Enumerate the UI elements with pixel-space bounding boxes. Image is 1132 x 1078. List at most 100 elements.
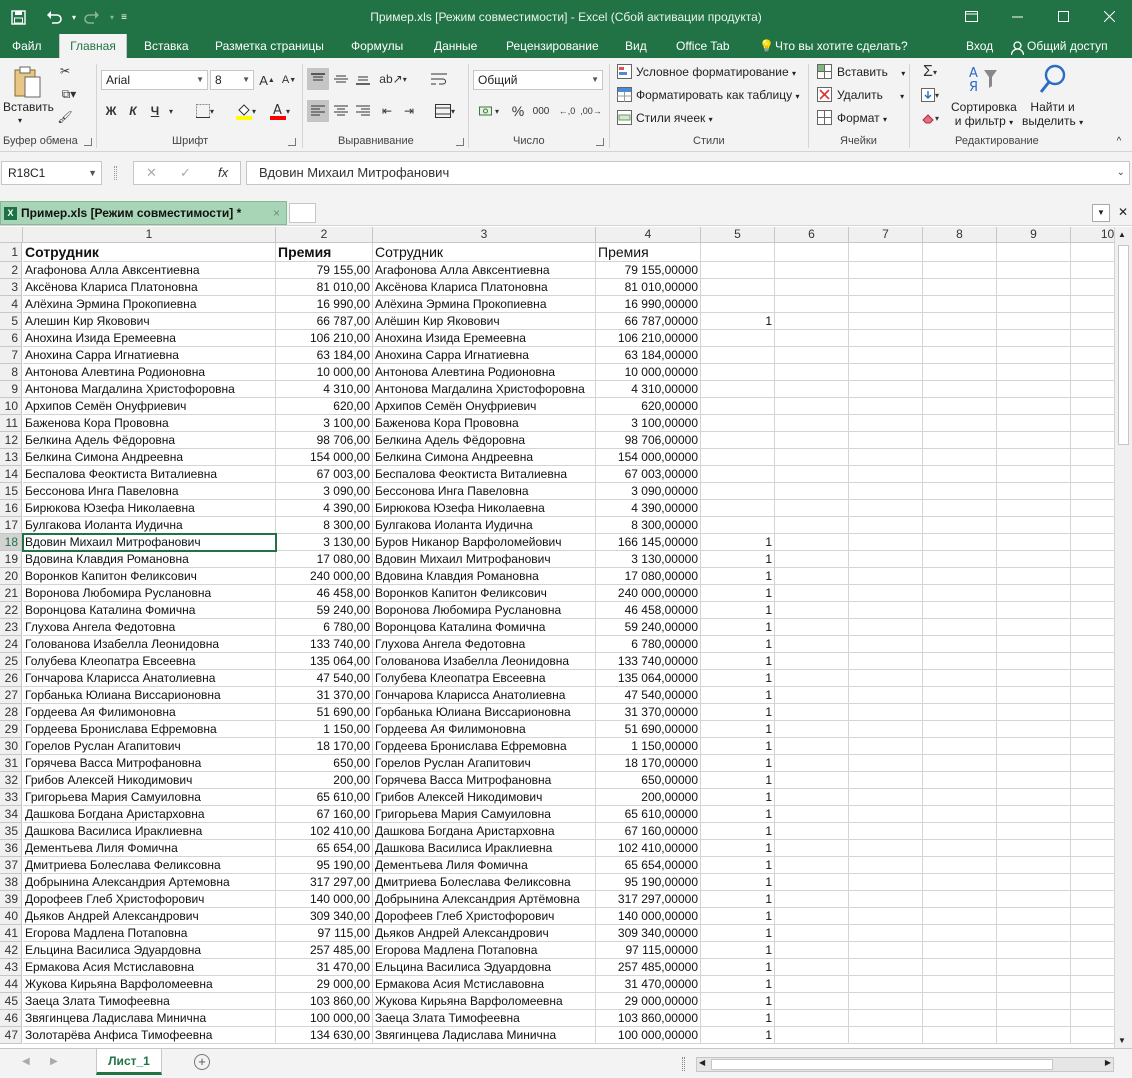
grid-cell[interactable]: [923, 330, 997, 347]
grid-cell[interactable]: [923, 449, 997, 466]
decrease-decimal-icon[interactable]: ,00→: [580, 100, 602, 122]
grid-cell[interactable]: 1 150,00000: [596, 738, 701, 755]
minimize-icon[interactable]: [994, 4, 1040, 28]
grid-cell[interactable]: [923, 789, 997, 806]
grid-cell[interactable]: Голубева Клеопатра Евсеевна: [23, 653, 276, 670]
increase-decimal-icon[interactable]: ←,0: [556, 100, 578, 122]
grid-cell[interactable]: [997, 364, 1071, 381]
grid-cell[interactable]: [923, 653, 997, 670]
grid-cell[interactable]: [923, 534, 997, 551]
grid-cell[interactable]: Дмитриева Болеслава Феликсовна: [23, 857, 276, 874]
close-workbook-icon[interactable]: ✕: [1114, 204, 1132, 222]
grid-cell[interactable]: [775, 534, 849, 551]
font-size-combo[interactable]: 8 ▼: [210, 70, 254, 90]
header-cell[interactable]: Сотрудник: [373, 243, 596, 262]
copy-icon[interactable]: ⧉▾: [56, 85, 82, 103]
row-header[interactable]: 31: [0, 755, 22, 772]
grid-cell[interactable]: 47 540,00000: [596, 687, 701, 704]
grid-cell[interactable]: 1: [701, 942, 775, 959]
grid-cell[interactable]: Егорова Мадлена Потаповна: [23, 925, 276, 942]
row-header[interactable]: 44: [0, 976, 22, 993]
grid-cell[interactable]: [923, 891, 997, 908]
grid-cell[interactable]: Гончарова Кларисса Анатолиевна: [23, 670, 276, 687]
grid-cell[interactable]: [849, 381, 923, 398]
grid-cell[interactable]: [923, 364, 997, 381]
grid-cell[interactable]: Бирюкова Юзефа Николаевна: [373, 500, 596, 517]
grid-cell[interactable]: [775, 959, 849, 976]
row-header[interactable]: 45: [0, 993, 22, 1010]
grid-cell[interactable]: [701, 243, 775, 262]
grid-cell[interactable]: [997, 415, 1071, 432]
grid-cell[interactable]: 63 184,00: [276, 347, 373, 364]
header-cell[interactable]: Премия: [596, 243, 701, 262]
grid-cell[interactable]: [923, 908, 997, 925]
grid-cell[interactable]: 59 240,00000: [596, 619, 701, 636]
grid-cell[interactable]: [997, 432, 1071, 449]
grid-cell[interactable]: [775, 262, 849, 279]
grid-cell[interactable]: 18 170,00: [276, 738, 373, 755]
row-header[interactable]: 38: [0, 874, 22, 891]
maximize-icon[interactable]: [1040, 4, 1086, 28]
grid-cell[interactable]: [701, 483, 775, 500]
grid-cell[interactable]: [701, 449, 775, 466]
grid-cell[interactable]: 135 064,00: [276, 653, 373, 670]
number-launcher-icon[interactable]: [596, 138, 604, 146]
row-header[interactable]: 30: [0, 738, 22, 755]
new-tab-button[interactable]: [289, 203, 316, 223]
grid-cell[interactable]: [997, 619, 1071, 636]
grid-cell[interactable]: 257 485,00000: [596, 959, 701, 976]
grid-cell[interactable]: [923, 243, 997, 262]
grid-cell[interactable]: Горелов Руслан Агапитович: [373, 755, 596, 772]
grid-cell[interactable]: [849, 415, 923, 432]
grid-cell[interactable]: [997, 738, 1071, 755]
grid-cell[interactable]: [997, 959, 1071, 976]
grid-cell[interactable]: [997, 925, 1071, 942]
formula-bar-grip-icon[interactable]: [114, 166, 117, 180]
tab-formulas[interactable]: Формулы: [345, 34, 409, 58]
grid-cell[interactable]: 67 160,00: [276, 806, 373, 823]
grid-cell[interactable]: 66 787,00000: [596, 313, 701, 330]
grid-cell[interactable]: [923, 619, 997, 636]
sheet-next-icon[interactable]: ▶: [50, 1056, 58, 1067]
grid-cell[interactable]: [923, 925, 997, 942]
grid-cell[interactable]: 103 860,00000: [596, 1010, 701, 1027]
grid-cell[interactable]: [923, 398, 997, 415]
grid-cell[interactable]: [923, 942, 997, 959]
format-cells-button[interactable]: Формат ▾: [837, 111, 887, 125]
cancel-icon[interactable]: ✕: [146, 165, 157, 181]
close-tab-icon[interactable]: ×: [273, 202, 280, 224]
grid-cell[interactable]: [997, 857, 1071, 874]
grid-cell[interactable]: 4 390,00: [276, 500, 373, 517]
merge-cells-icon[interactable]: ▾: [428, 100, 462, 122]
row-header[interactable]: 9: [0, 381, 22, 398]
grid-cell[interactable]: [923, 415, 997, 432]
grid-cell[interactable]: [923, 959, 997, 976]
row-header[interactable]: 41: [0, 925, 22, 942]
grid-cell[interactable]: [775, 517, 849, 534]
grid-cell[interactable]: Белкина Симона Андреевна: [373, 449, 596, 466]
align-bottom-icon[interactable]: [353, 68, 373, 90]
font-launcher-icon[interactable]: [288, 138, 296, 146]
grid-cell[interactable]: 140 000,00000: [596, 908, 701, 925]
row-header[interactable]: 24: [0, 636, 22, 653]
grid-cell[interactable]: Булгакова Иоланта Иудична: [23, 517, 276, 534]
grid-cell[interactable]: Бирюкова Юзефа Николаевна: [23, 500, 276, 517]
grid-cell[interactable]: 81 010,00: [276, 279, 373, 296]
grid-cell[interactable]: [849, 959, 923, 976]
grid-cell[interactable]: 67 003,00: [276, 466, 373, 483]
grid-cell[interactable]: [923, 738, 997, 755]
grid-cell[interactable]: Гончарова Кларисса Анатолиевна: [373, 687, 596, 704]
grid-cell[interactable]: [701, 364, 775, 381]
grid-cell[interactable]: 1: [701, 585, 775, 602]
grid-cell[interactable]: 100 000,00: [276, 1010, 373, 1027]
column-header[interactable]: 5: [701, 227, 775, 243]
tab-home[interactable]: Главная: [59, 34, 127, 58]
delete-cells-button[interactable]: Удалить ▾: [837, 88, 904, 102]
grid-cell[interactable]: [997, 313, 1071, 330]
grid-cell[interactable]: [849, 1010, 923, 1027]
grid-cell[interactable]: Заеца Злата Тимофеевна: [23, 993, 276, 1010]
grid-cell[interactable]: Беспалова Феоктиста Виталиевна: [23, 466, 276, 483]
grid-cell[interactable]: [997, 874, 1071, 891]
grid-cell[interactable]: 31 370,00: [276, 687, 373, 704]
grid-cell[interactable]: [997, 840, 1071, 857]
